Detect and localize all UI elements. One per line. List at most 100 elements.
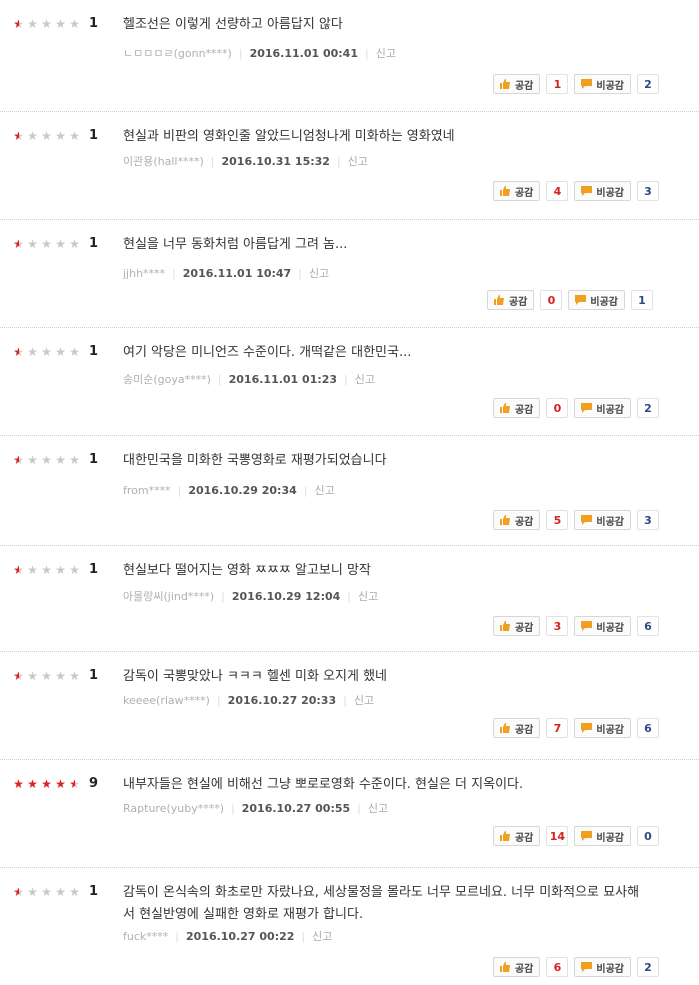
reviewer-name[interactable]: jjhh**** xyxy=(123,267,165,280)
star-icon: ★ xyxy=(41,669,53,683)
speech-bubble-icon xyxy=(581,621,593,631)
review-comment: 현실보다 떨어지는 영화 ㅉㅉㅉ 알고보니 망작 xyxy=(123,563,371,578)
review-date: 2016.10.29 20:34 xyxy=(188,484,297,497)
dislike-button[interactable]: 비공감 xyxy=(568,290,625,310)
star-icon: ★ xyxy=(13,563,25,577)
like-button[interactable]: 공감 xyxy=(492,616,541,636)
like-button[interactable]: 공감 xyxy=(492,74,541,94)
like-count: 3 xyxy=(546,616,569,636)
dislike-button[interactable]: 비공감 xyxy=(574,181,631,201)
speech-bubble-icon xyxy=(575,295,587,305)
thumbs-up-icon xyxy=(499,403,510,413)
rating-score: 1 xyxy=(89,452,99,467)
star-rating: ★ ★ ★ ★ ★ xyxy=(12,669,82,683)
star-icon: ★ xyxy=(27,563,39,577)
review-date: 2016.10.31 15:32 xyxy=(221,155,330,168)
review-meta: jjhh**** | 2016.11.01 10:47 | 신고 xyxy=(123,267,330,280)
dislike-button[interactable]: 비공감 xyxy=(574,398,631,418)
dislike-label: 비공감 xyxy=(596,724,624,736)
rating-score: 1 xyxy=(89,128,99,143)
report-link[interactable]: 신고 xyxy=(368,802,388,815)
review-date: 2016.10.27 00:55 xyxy=(241,802,351,815)
reviewer-name[interactable]: 이관용(hall****) xyxy=(123,155,204,168)
like-label: 공감 xyxy=(514,622,534,634)
dislike-label: 비공감 xyxy=(596,187,624,199)
dislike-label: 비공감 xyxy=(596,80,624,92)
like-count: 0 xyxy=(540,290,563,310)
review-date: 2016.11.01 01:23 xyxy=(228,373,338,386)
review-comment: 현실을 너무 동화처럼 아름답게 그려 놈... xyxy=(123,237,348,252)
star-icon: ★ xyxy=(69,885,81,899)
like-button[interactable]: 공감 xyxy=(492,510,541,530)
report-link[interactable]: 신고 xyxy=(309,267,329,280)
dislike-button[interactable]: 비공감 xyxy=(574,510,631,530)
review-meta: ㄴㅁㅁㅁㄹ(gonn****) | 2016.11.01 00:41 | 신고 xyxy=(123,47,396,60)
review-meta: 송미순(goya****) | 2016.11.01 01:23 | 신고 xyxy=(123,373,376,386)
vote-controls: 공감 0 비공감 2 xyxy=(492,398,659,418)
star-icon: ★ xyxy=(69,345,81,359)
star-rating: ★ ★ ★ ★ ★ xyxy=(12,129,82,143)
reviewer-name[interactable]: ㄴㅁㅁㅁㄹ(gonn****) xyxy=(123,47,232,60)
like-label: 공감 xyxy=(514,187,534,199)
thumbs-up-icon xyxy=(499,79,510,89)
star-icon: ★ xyxy=(41,453,53,467)
star-rating: ★ ★ ★ ★ ★ xyxy=(12,777,82,791)
like-button[interactable]: 공감 xyxy=(492,398,541,418)
report-link[interactable]: 신고 xyxy=(312,930,332,943)
rating-score: 1 xyxy=(89,16,99,31)
dislike-label: 비공감 xyxy=(596,516,624,528)
star-icon: ★ xyxy=(13,129,25,143)
star-icon: ★ xyxy=(13,885,25,899)
review-meta: Rapture(yuby****) | 2016.10.27 00:55 | 신고 xyxy=(123,802,389,815)
rating-score: 9 xyxy=(89,776,99,791)
dislike-button[interactable]: 비공감 xyxy=(574,718,631,738)
review-item: ★ ★ ★ ★ ★ 1 감독이 국뽕맞았나 ㅋㅋㅋ 헬센 미화 오지게 했네 keeee… xyxy=(0,652,699,760)
reviewer-name[interactable]: fuck**** xyxy=(123,930,168,943)
vote-controls: 공감 7 비공감 6 xyxy=(492,718,659,738)
like-button[interactable]: 공감 xyxy=(492,718,541,738)
like-count: 7 xyxy=(546,718,569,738)
report-link[interactable]: 신고 xyxy=(314,484,334,497)
rating-score: 1 xyxy=(89,344,99,359)
review-item: ★ ★ ★ ★ ★ 1 헬조선은 이렇게 선량하고 아름답지 않다 ㄴㅁㅁㅁㄹ(gonn… xyxy=(0,0,699,112)
reviewer-name[interactable]: 아몰랑씨(jind****) xyxy=(123,590,214,603)
report-link[interactable]: 신고 xyxy=(355,373,375,386)
report-link[interactable]: 신고 xyxy=(348,155,368,168)
like-button[interactable]: 공감 xyxy=(492,181,541,201)
review-date: 2016.10.27 00:22 xyxy=(185,930,295,943)
star-icon: ★ xyxy=(27,885,39,899)
reviewer-name[interactable]: keeee(rlaw****) xyxy=(123,694,210,707)
dislike-button[interactable]: 비공감 xyxy=(574,957,631,977)
report-link[interactable]: 신고 xyxy=(376,47,396,60)
like-count: 4 xyxy=(546,181,569,201)
star-icon: ★ xyxy=(69,237,81,251)
report-link[interactable]: 신고 xyxy=(354,694,374,707)
like-button[interactable]: 공감 xyxy=(492,826,541,846)
star-icon: ★ xyxy=(27,129,39,143)
star-rating: ★ ★ ★ ★ ★ xyxy=(12,237,82,251)
dislike-count: 2 xyxy=(637,398,659,418)
reviewer-name[interactable]: 송미순(goya****) xyxy=(123,373,211,386)
vote-controls: 공감 1 비공감 2 xyxy=(492,74,659,94)
reviewer-name[interactable]: Rapture(yuby****) xyxy=(123,802,224,815)
like-label: 공감 xyxy=(508,296,528,308)
like-button[interactable]: 공감 xyxy=(492,957,541,977)
reviewer-name[interactable]: from**** xyxy=(123,484,171,497)
dislike-count: 3 xyxy=(637,181,659,201)
like-button[interactable]: 공감 xyxy=(486,290,535,310)
vote-controls: 공감 6 비공감 2 xyxy=(492,957,659,977)
dislike-button[interactable]: 비공감 xyxy=(574,826,631,846)
dislike-button[interactable]: 비공감 xyxy=(574,74,631,94)
vote-controls: 공감 3 비공감 6 xyxy=(492,616,659,636)
star-icon: ★ xyxy=(41,777,53,791)
review-meta: 아몰랑씨(jind****) | 2016.10.29 12:04 | 신고 xyxy=(123,590,379,603)
like-count: 0 xyxy=(546,398,569,418)
review-item: ★ ★ ★ ★ ★ 9 내부자들은 현실에 비해선 그냥 뽀로로영화 수준이다. 현실은… xyxy=(0,760,699,868)
star-icon: ★ xyxy=(55,669,67,683)
star-icon: ★ xyxy=(55,17,67,31)
star-rating: ★ ★ ★ ★ ★ xyxy=(12,453,82,467)
star-icon: ★ xyxy=(69,669,81,683)
report-link[interactable]: 신고 xyxy=(358,590,378,603)
dislike-button[interactable]: 비공감 xyxy=(574,616,631,636)
speech-bubble-icon xyxy=(581,515,593,525)
